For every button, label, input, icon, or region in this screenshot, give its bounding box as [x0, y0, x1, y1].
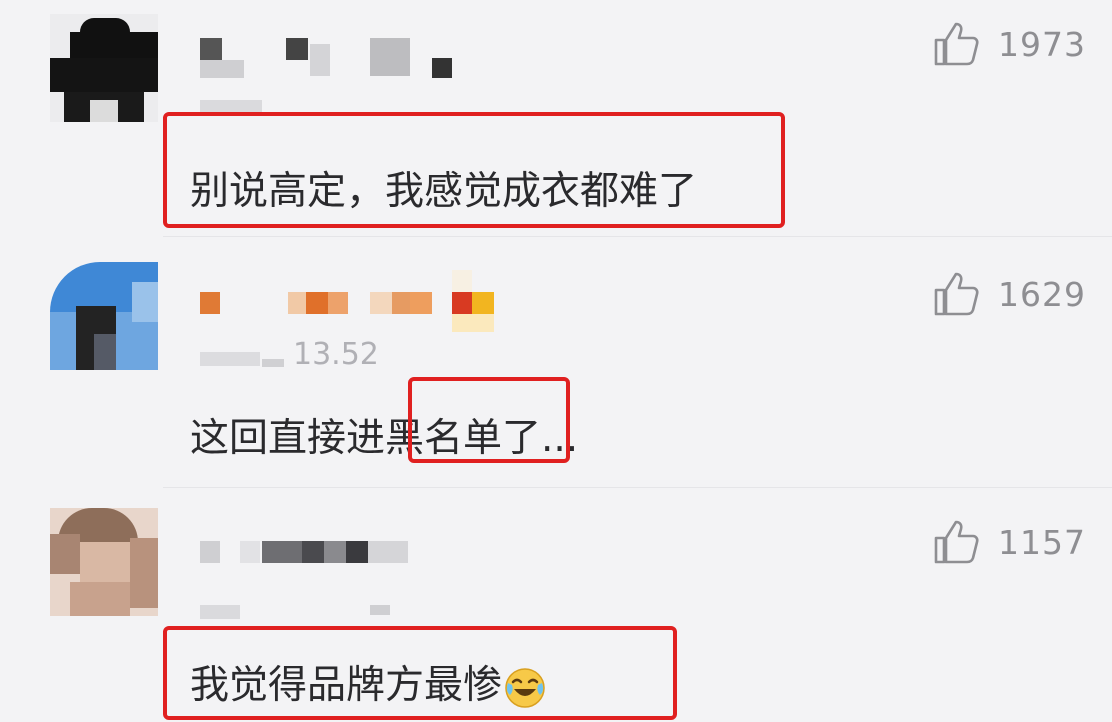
comment-item-2: 13.52 1629 这回直接进黑名单了... [0, 237, 1112, 488]
avatar[interactable] [50, 508, 158, 616]
highlight-box [408, 377, 570, 463]
like-count: 1629 [998, 274, 1086, 314]
thumbs-up-icon [934, 520, 979, 564]
comment-item-3: 1157 我觉得品牌方最惨 [0, 488, 1112, 722]
highlight-box [163, 112, 785, 228]
comment-item-1: 1973 别说高定，我感觉成衣都难了 [0, 0, 1112, 237]
avatar[interactable] [50, 262, 158, 370]
highlight-box [163, 626, 677, 720]
like-button[interactable]: 1973 [932, 20, 1086, 68]
timestamp-fragment: 13.52 [293, 337, 379, 372]
like-button[interactable]: 1157 [932, 518, 1086, 566]
avatar[interactable] [50, 14, 158, 122]
like-count: 1157 [998, 522, 1086, 562]
like-button[interactable]: 1629 [932, 270, 1086, 318]
thumbs-up-icon [934, 272, 979, 316]
like-count: 1973 [998, 24, 1086, 64]
thumbs-up-icon [934, 22, 979, 66]
